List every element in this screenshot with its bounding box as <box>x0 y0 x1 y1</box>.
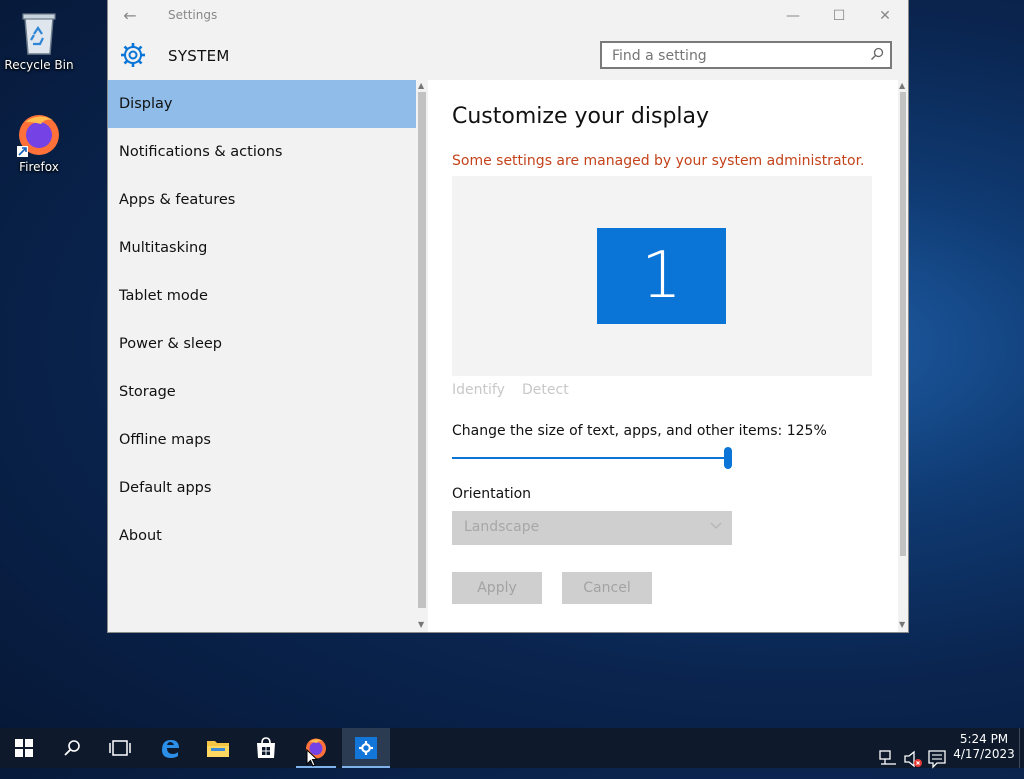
maximize-button[interactable]: ☐ <box>816 0 862 32</box>
start-button[interactable] <box>0 728 48 768</box>
settings-app-tile <box>355 737 377 759</box>
section-title: SYSTEM <box>168 47 230 65</box>
taskbar: 5:24 PM 4/17/2023 <box>0 728 1024 769</box>
sidebar-item-multitasking[interactable]: Multitasking <box>108 224 416 272</box>
scroll-up-arrow-icon[interactable]: ▲ <box>418 81 424 90</box>
sidebar-item-apps[interactable]: Apps & features <box>108 176 416 224</box>
sidebar-scrollbar[interactable]: ▲ ▼ <box>416 80 428 632</box>
desktop-icon-label: Recycle Bin <box>4 58 74 72</box>
scale-label: Change the size of text, apps, and other… <box>452 423 827 439</box>
settings-header: SYSTEM <box>108 32 908 80</box>
mouse-pointer-icon <box>306 749 318 767</box>
scale-slider-thumb[interactable] <box>724 447 732 469</box>
close-button[interactable]: ✕ <box>862 0 908 32</box>
sidebar-item-storage[interactable]: Storage <box>108 368 416 416</box>
scroll-down-arrow-icon[interactable]: ▼ <box>418 620 424 629</box>
clock-time: 5:24 PM <box>959 732 1009 746</box>
show-desktop-button[interactable] <box>1019 728 1024 768</box>
recycle-bin-icon <box>22 13 56 55</box>
gear-icon <box>121 43 145 67</box>
clock-date: 4/17/2023 <box>953 747 1015 761</box>
cancel-button[interactable]: Cancel <box>562 572 652 604</box>
title-bar: ← Settings — ☐ ✕ <box>108 0 908 32</box>
window-title: Settings <box>168 8 218 22</box>
display-content: Customize your display Some settings are… <box>428 80 898 632</box>
sidebar-nav: Display Notifications & actions Apps & f… <box>108 80 416 632</box>
firefox-icon <box>17 115 59 157</box>
identify-link[interactable]: Identify <box>452 382 505 398</box>
taskbar-edge[interactable] <box>146 728 194 768</box>
minimize-button[interactable]: — <box>770 0 816 32</box>
orientation-value: Landscape <box>464 519 540 535</box>
desktop-icon-recycle-bin[interactable]: Recycle Bin <box>4 8 74 72</box>
sidebar-item-power-sleep[interactable]: Power & sleep <box>108 320 416 368</box>
taskbar-file-explorer[interactable] <box>194 728 242 768</box>
sidebar-item-display[interactable]: Display <box>108 80 416 128</box>
sidebar-item-tablet-mode[interactable]: Tablet mode <box>108 272 416 320</box>
scale-slider-track[interactable] <box>452 457 728 459</box>
orientation-dropdown[interactable]: Landscape <box>452 511 732 545</box>
store-icon <box>257 737 275 758</box>
search-icon[interactable] <box>870 47 884 61</box>
sidebar-item-default-apps[interactable]: Default apps <box>108 464 416 512</box>
folder-icon <box>207 741 229 757</box>
sidebar-item-notifications[interactable]: Notifications & actions <box>108 128 416 176</box>
sidebar-item-about[interactable]: About <box>108 512 416 560</box>
search-box[interactable] <box>600 41 892 69</box>
desktop-icon-label: Firefox <box>19 160 59 174</box>
taskbar-store[interactable] <box>242 728 290 768</box>
scrollbar-thumb[interactable] <box>900 92 906 556</box>
scroll-up-arrow-icon[interactable]: ▲ <box>899 81 905 90</box>
search-icon <box>64 740 80 756</box>
apply-button[interactable]: Apply <box>452 572 542 604</box>
gear-icon <box>359 741 373 755</box>
search-input[interactable] <box>610 46 864 66</box>
task-view-icon <box>109 740 131 756</box>
action-center-icon[interactable] <box>928 739 946 779</box>
scroll-down-arrow-icon[interactable]: ▼ <box>899 620 905 629</box>
monitor-tile[interactable]: 1 <box>597 228 726 324</box>
network-icon[interactable] <box>879 739 897 779</box>
scrollbar-thumb[interactable] <box>418 92 426 608</box>
edge-icon <box>162 740 179 758</box>
volume-muted-icon[interactable] <box>903 739 923 779</box>
desktop-icon-firefox[interactable]: Firefox <box>4 110 74 174</box>
content-scrollbar[interactable]: ▲ ▼ <box>898 80 908 632</box>
task-view-button[interactable] <box>96 728 144 768</box>
detect-link[interactable]: Detect <box>522 382 569 398</box>
taskbar-settings[interactable] <box>342 728 390 768</box>
back-button[interactable]: ← <box>120 6 140 26</box>
monitor-arrangement: 1 <box>452 176 872 376</box>
sidebar-item-offline-maps[interactable]: Offline maps <box>108 416 416 464</box>
taskbar-search-button[interactable] <box>48 728 96 768</box>
page-title: Customize your display <box>452 104 710 129</box>
chevron-down-icon <box>710 522 722 529</box>
windows-logo-icon <box>15 739 33 757</box>
orientation-label: Orientation <box>452 486 532 502</box>
settings-window: ← Settings — ☐ ✕ SYSTEM Display Not <box>108 0 908 632</box>
system-clock[interactable]: 5:24 PM 4/17/2023 <box>950 732 1018 762</box>
admin-warning: Some settings are managed by your system… <box>452 153 865 169</box>
